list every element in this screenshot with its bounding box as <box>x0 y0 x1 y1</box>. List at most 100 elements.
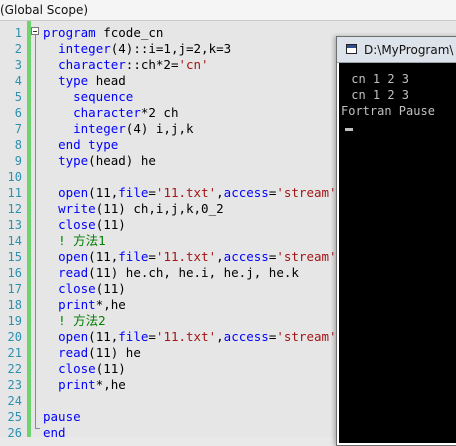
keyword-token: end type <box>58 137 119 152</box>
line-number: 23 <box>7 378 22 392</box>
code-line[interactable]: character*2 ch <box>43 105 178 121</box>
console-output-line: cn 1 2 3 <box>344 88 410 102</box>
code-token: , <box>216 185 224 200</box>
code-token: *,he <box>95 377 126 392</box>
line-number: 26 <box>7 426 22 437</box>
code-line[interactable]: open(11,file='11.txt',access='stream') <box>43 185 344 201</box>
line-number: 8 <box>14 138 22 152</box>
console-window[interactable]: D:\MyProgram\ cn 1 2 3 cn 1 2 3 Fortran … <box>336 36 456 446</box>
code-line[interactable]: close(11) <box>43 281 126 297</box>
line-number: 24 <box>7 394 22 408</box>
text-cursor <box>345 128 353 131</box>
keyword-token: open <box>58 185 89 200</box>
scope-label: (Global Scope) <box>0 3 89 17</box>
keyword-token: character <box>73 105 141 120</box>
code-token: = <box>148 249 156 264</box>
code-token: (11) <box>95 217 126 232</box>
keyword-token: program <box>43 25 96 40</box>
keyword-token: integer <box>58 41 111 56</box>
line-number: 9 <box>14 154 22 168</box>
code-line[interactable]: print*,he <box>43 377 126 393</box>
code-line[interactable]: open(11,file='11.txt',access='stream') <box>43 249 344 265</box>
code-token: head <box>88 73 126 88</box>
keyword-token: close <box>58 361 96 376</box>
console-titlebar[interactable]: D:\MyProgram\ <box>337 37 456 63</box>
keyword-token: file <box>118 329 149 344</box>
code-line[interactable]: ! 方法1 <box>43 233 106 249</box>
code-line[interactable]: read(11) he.ch, he.i, he.j, he.k <box>43 265 299 281</box>
code-line[interactable]: program fcode_cn <box>43 25 163 41</box>
line-number: 10 <box>7 170 22 184</box>
scope-dropdown[interactable]: (Global Scope) <box>0 0 456 21</box>
keyword-token: end <box>43 425 66 437</box>
line-number: 25 <box>7 410 22 424</box>
line-number: 21 <box>7 346 22 360</box>
code-token: (11) <box>95 361 126 376</box>
comment-token: ! 方法1 <box>58 233 106 248</box>
code-line[interactable]: sequence <box>43 89 133 105</box>
code-token: = <box>148 329 156 344</box>
line-number: 13 <box>7 218 22 232</box>
line-number: 15 <box>7 250 22 264</box>
line-number: 14 <box>7 234 22 248</box>
code-token: (11) <box>95 281 126 296</box>
code-token: fcode_cn <box>95 25 164 40</box>
line-number: 16 <box>7 266 22 280</box>
code-line[interactable]: print*,he <box>43 297 126 313</box>
keyword-token: access <box>223 185 269 200</box>
keyword-token: print <box>58 377 96 392</box>
code-line[interactable]: character::ch*2='cn' <box>43 57 209 73</box>
keyword-token: character <box>58 57 126 72</box>
string-token: '11.txt' <box>155 249 217 264</box>
line-number: 1 <box>14 26 22 40</box>
keyword-token: sequence <box>73 89 134 104</box>
collapse-icon[interactable] <box>31 27 39 35</box>
code-line[interactable]: open(11,file='11.txt',access='stream') <box>43 329 344 345</box>
line-number: 2 <box>14 42 22 56</box>
code-line[interactable]: integer(4)::i=1,j=2,k=3 <box>43 41 231 57</box>
code-token: (11, <box>88 329 119 344</box>
code-line[interactable]: close(11) <box>43 361 126 377</box>
code-line[interactable]: write(11) ch,i,j,k,0_2 <box>43 201 224 217</box>
code-line[interactable]: end type <box>43 137 118 153</box>
line-number: 19 <box>7 314 22 328</box>
change-tracking-bar <box>27 21 31 437</box>
line-number: 20 <box>7 330 22 344</box>
code-token: , <box>216 329 224 344</box>
code-token: *2 ch <box>140 105 179 120</box>
keyword-token: print <box>58 297 96 312</box>
code-line[interactable]: integer(4) i,j,k <box>43 121 193 137</box>
code-line[interactable]: end <box>43 425 66 437</box>
console-output-area[interactable]: cn 1 2 3 cn 1 2 3 Fortran Pause <box>339 63 456 443</box>
keyword-token: read <box>58 265 89 280</box>
keyword-token: read <box>58 345 89 360</box>
code-line[interactable]: pause <box>43 409 81 425</box>
code-line[interactable]: ! 方法2 <box>43 313 106 329</box>
code-line[interactable]: type(head) he <box>43 153 156 169</box>
code-line[interactable]: type head <box>43 73 126 89</box>
keyword-token: pause <box>43 409 81 424</box>
keyword-token: open <box>58 249 89 264</box>
line-number: 18 <box>7 298 22 312</box>
code-token: (head) he <box>88 153 156 168</box>
code-line[interactable]: close(11) <box>43 217 126 233</box>
code-line[interactable]: read(11) he <box>43 345 141 361</box>
line-number: 7 <box>14 122 22 136</box>
keyword-token: type <box>58 153 89 168</box>
keyword-token: file <box>118 185 149 200</box>
line-number-gutter: 1 2 3 4 5 6 7 8 9 10 11 12 13 14 15 16 17 18 19 20 21 22 23 24 2… <box>0 21 26 437</box>
console-output-line: Fortran Pause <box>341 104 435 118</box>
code-token: (11) he <box>88 345 141 360</box>
